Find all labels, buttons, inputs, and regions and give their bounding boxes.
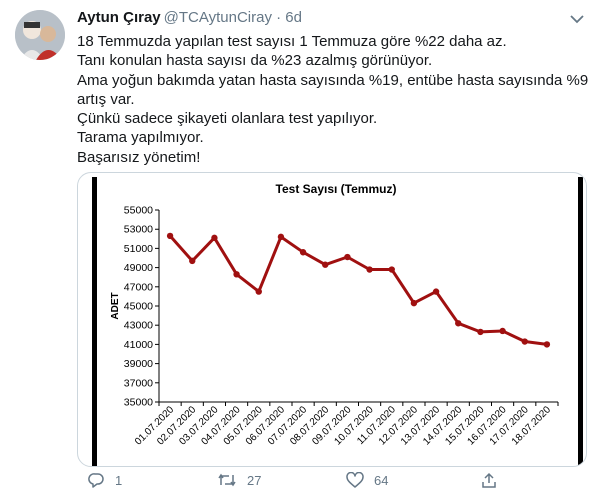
chart-data-point bbox=[455, 320, 462, 327]
chart-series-line bbox=[168, 234, 548, 346]
chart-title: Test Sayısı (Temmuz) bbox=[276, 182, 397, 196]
chart-data-point bbox=[543, 341, 551, 348]
chart: Test Sayısı (Temmuz) ADET 35000 37000 3900… bbox=[92, 177, 583, 466]
reply-icon bbox=[88, 473, 104, 488]
author-name[interactable]: Aytun Çıray bbox=[77, 9, 161, 26]
tweet-line: Tarama yapılmıyor. bbox=[77, 129, 204, 147]
retweet-action[interactable]: 27 bbox=[217, 472, 261, 488]
chart-data-point bbox=[277, 233, 285, 241]
chart-y-tick-label: 41000 bbox=[124, 339, 153, 351]
chart-data-point bbox=[233, 271, 240, 278]
chart-left-border bbox=[92, 177, 97, 466]
chart-data-point bbox=[366, 266, 373, 273]
tweet-actions: 1 27 64 bbox=[0, 472, 597, 492]
chart-data-point bbox=[166, 232, 174, 240]
chart-y-tick-label: 49000 bbox=[124, 262, 153, 274]
chart-data-point bbox=[322, 261, 329, 268]
tweet-line: Çünkü sadece şikayeti olanlara test yapı… bbox=[77, 110, 378, 128]
like-icon bbox=[346, 472, 364, 488]
chart-data-point bbox=[388, 266, 395, 273]
chart-data-point bbox=[499, 327, 506, 335]
retweet-count: 27 bbox=[247, 472, 262, 488]
chart-data-point bbox=[477, 328, 484, 336]
reply-action[interactable]: 1 bbox=[88, 472, 122, 488]
chart-data-point bbox=[410, 299, 418, 307]
tweet-header: Aytun Çıray @TCAytunCiray · 6d bbox=[77, 8, 302, 28]
tweet-media[interactable]: Test Sayısı (Temmuz) ADET 35000 37000 3900… bbox=[77, 172, 587, 467]
share-action[interactable] bbox=[481, 472, 497, 489]
chart-right-border bbox=[578, 177, 583, 466]
like-count: 64 bbox=[374, 472, 389, 488]
avatar[interactable] bbox=[15, 10, 65, 60]
share-icon bbox=[482, 472, 496, 488]
author-handle-time[interactable]: @TCAytunCiray · 6d bbox=[164, 9, 302, 26]
tweet-line: Tanı konulan hasta sayısı da %23 azalmış… bbox=[77, 52, 433, 70]
like-action[interactable]: 64 bbox=[346, 472, 388, 488]
chart-data-point bbox=[211, 234, 218, 242]
chart-data-point bbox=[299, 249, 307, 256]
tweet-line: artış var. bbox=[77, 90, 135, 108]
chart-y-tick-label: 47000 bbox=[124, 281, 153, 293]
chart-data-point bbox=[255, 288, 262, 295]
tweet-line: Başarısız yönetim! bbox=[77, 148, 201, 166]
tweet-text: 18 Temmuzda yapılan test sayısı 1 Temmuz… bbox=[77, 32, 589, 167]
chart-y-tick-label: 55000 bbox=[124, 205, 153, 217]
chart-data-point bbox=[521, 338, 528, 345]
chart-data-point bbox=[344, 253, 351, 261]
chart-y-tick-label: 37000 bbox=[124, 377, 153, 389]
chart-data-point bbox=[432, 288, 440, 295]
chart-y-tick-label: 35000 bbox=[124, 397, 153, 409]
chart-data-point bbox=[189, 257, 196, 265]
reply-count: 1 bbox=[115, 472, 123, 488]
chart-y-tick-label: 51000 bbox=[124, 243, 153, 255]
chart-y-tick-label: 43000 bbox=[124, 320, 153, 332]
tweet: Aytun Çıray @TCAytunCiray · 6d 18 Temmuzd… bbox=[0, 0, 597, 497]
retweet-icon bbox=[218, 473, 236, 487]
chart-y-tick-label: 39000 bbox=[124, 358, 153, 370]
tweet-line: 18 Temmuzda yapılan test sayısı 1 Temmuz… bbox=[77, 33, 507, 50]
tweet-line: Ama yoğun bakımda yatan hasta sayısında … bbox=[77, 71, 589, 89]
chevron-down-icon[interactable] bbox=[568, 12, 586, 26]
chart-ylabel: ADET bbox=[110, 292, 121, 319]
chart-y-tick-label: 45000 bbox=[124, 301, 153, 313]
chart-y-tick-label: 53000 bbox=[124, 224, 153, 236]
